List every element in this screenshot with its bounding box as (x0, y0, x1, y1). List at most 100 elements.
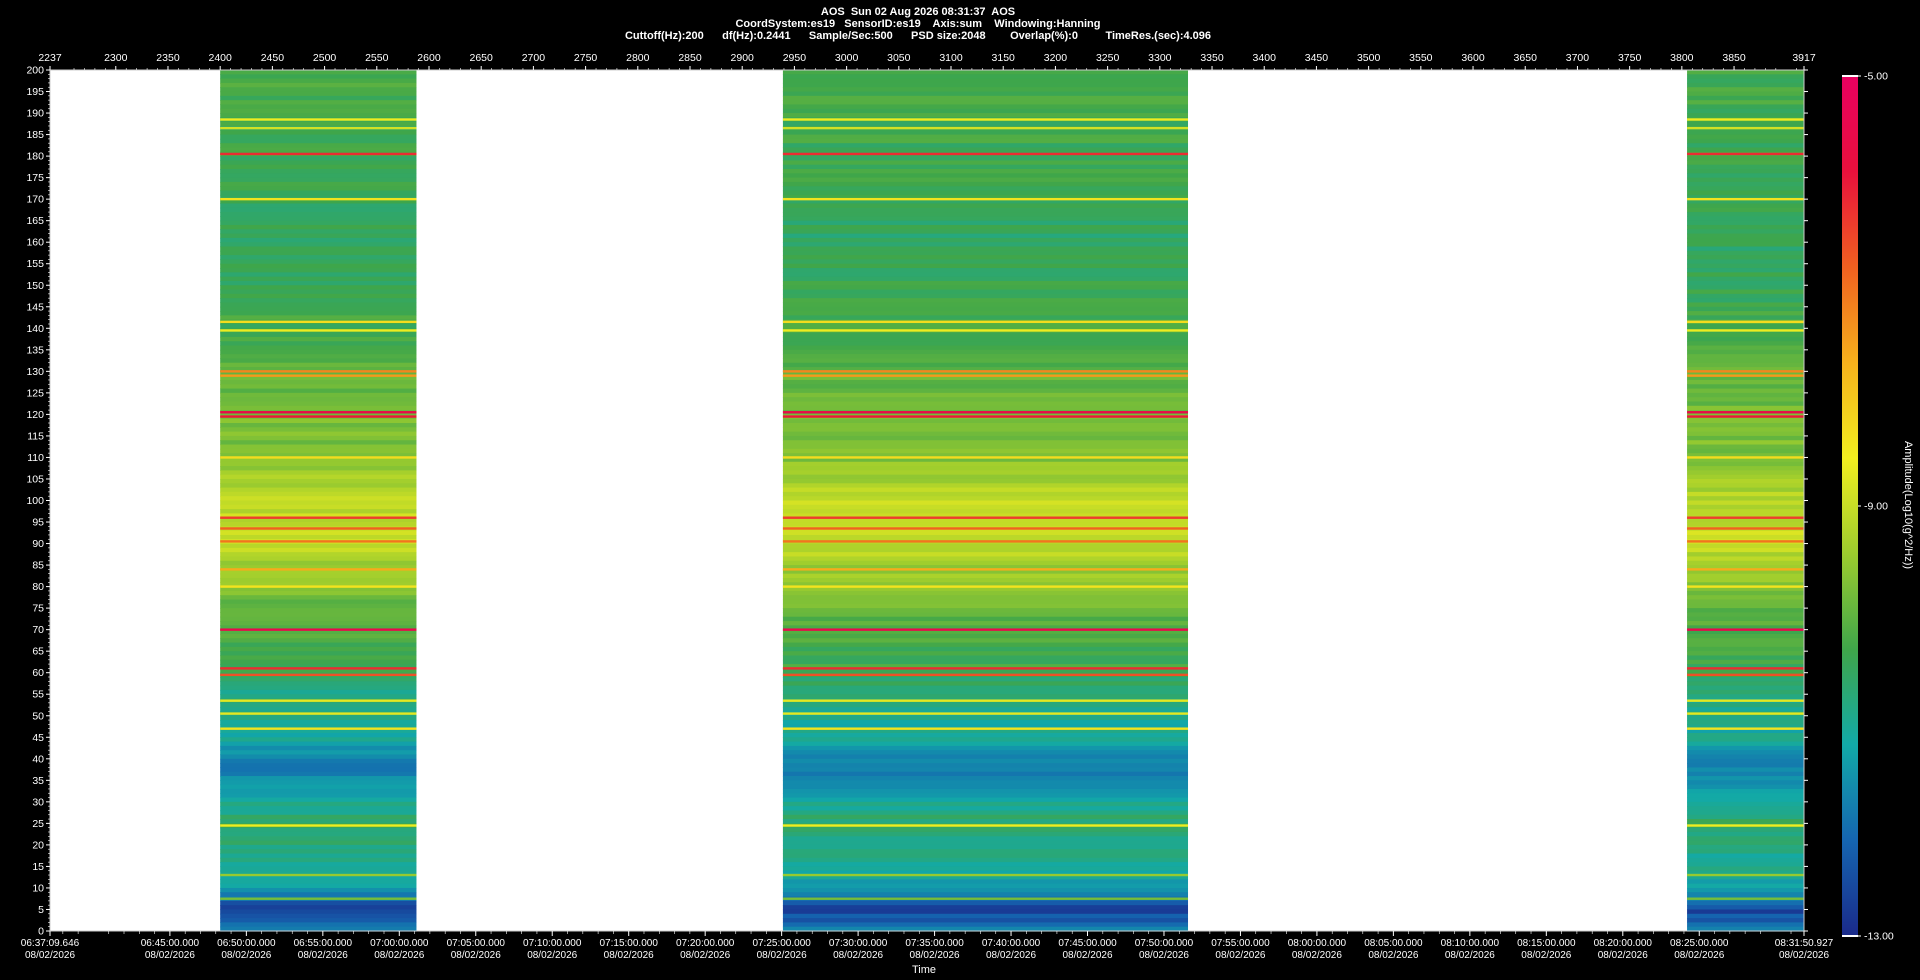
top-tick-label: 3750 (1618, 52, 1642, 64)
tone-line (782, 712, 1189, 715)
spectral-band (220, 922, 417, 928)
tone-line (1687, 712, 1804, 715)
spectral-band (782, 849, 1189, 855)
spectral-band (220, 836, 417, 842)
spectral-band (220, 392, 417, 398)
spectral-band (1687, 651, 1804, 657)
spectral-band (220, 788, 417, 794)
time-tick-label: 06:50:00.000 (217, 938, 276, 949)
y-tick-label: 85 (32, 560, 44, 572)
spectral-band (220, 220, 417, 226)
spectral-band (220, 362, 417, 368)
spectral-band (782, 573, 1189, 579)
y-tick-label: 180 (26, 151, 44, 163)
spectral-band (782, 836, 1189, 842)
top-tick-label: 3500 (1357, 52, 1381, 64)
tone-line (220, 568, 417, 571)
tone-line (1687, 411, 1804, 414)
spectral-band (220, 806, 417, 812)
spectral-band (782, 784, 1189, 790)
date-tick-label: 08/02/2026 (757, 950, 807, 961)
spectral-band (782, 100, 1189, 106)
tone-line (220, 527, 417, 530)
spectral-band (1687, 483, 1804, 489)
spectral-band (782, 612, 1189, 618)
spectral-band (220, 216, 417, 222)
date-tick-label: 08/02/2026 (451, 950, 501, 961)
spectral-band (782, 720, 1189, 725)
spectral-band (220, 844, 417, 850)
spectral-band (1687, 289, 1804, 295)
spectral-band (782, 440, 1189, 446)
spectral-band (220, 285, 417, 291)
spectral-band (782, 797, 1189, 803)
spectral-band (1687, 487, 1804, 493)
spectral-band (220, 754, 417, 760)
spectral-band (782, 702, 1189, 708)
spectral-band (220, 509, 417, 515)
tone-line (220, 411, 417, 414)
spectral-band (782, 315, 1189, 321)
spectral-band (782, 504, 1189, 510)
tone-line (220, 516, 417, 519)
y-tick-label: 35 (32, 775, 44, 787)
y-tick-label: 45 (32, 732, 44, 744)
spectral-band (220, 491, 417, 497)
spectral-band (1687, 646, 1804, 652)
spectral-band (220, 315, 417, 321)
spectral-band (1687, 444, 1804, 450)
spectral-band (220, 552, 417, 558)
spectral-band (220, 621, 417, 626)
spectral-band (220, 793, 417, 799)
spectral-band (782, 224, 1189, 230)
spectral-band (220, 440, 417, 446)
spectral-band (220, 715, 417, 721)
spectral-band (782, 160, 1189, 166)
spectral-band (220, 883, 417, 889)
spectral-band (782, 603, 1189, 609)
spectral-band (782, 677, 1189, 682)
top-tick-label: 2750 (574, 52, 598, 64)
tone-line (782, 411, 1189, 414)
date-tick-label: 08/02/2026 (298, 950, 348, 961)
spectral-band (782, 431, 1189, 437)
spectral-band (782, 242, 1189, 248)
spectral-band (220, 104, 417, 110)
spectral-band (782, 255, 1189, 261)
top-tick-label: 2950 (783, 52, 807, 64)
spectral-band (220, 797, 417, 803)
spectral-band (220, 242, 417, 248)
tone-line (1687, 568, 1804, 571)
spectral-band (220, 819, 417, 824)
spectral-band (220, 840, 417, 846)
spectral-band (782, 707, 1189, 713)
spectral-band (220, 655, 417, 661)
spectral-band (782, 470, 1189, 476)
spectral-band (220, 173, 417, 179)
top-tick-label: 2350 (156, 52, 180, 64)
y-tick-label: 55 (32, 689, 44, 701)
spectral-band (1687, 819, 1804, 824)
spectral-band (1687, 806, 1804, 812)
tone-line (782, 673, 1189, 677)
spectral-band (220, 336, 417, 342)
tone-line (220, 628, 417, 631)
spectral-band (782, 246, 1189, 252)
spectral-band (1687, 298, 1804, 304)
spectral-band (220, 354, 417, 360)
spectral-band (220, 801, 417, 807)
spectral-band (782, 633, 1189, 639)
spectral-band (1687, 491, 1804, 497)
spectral-band (220, 418, 417, 424)
spectral-band (1687, 160, 1804, 166)
data-segment (1687, 70, 1804, 932)
spectral-band (1687, 857, 1804, 863)
spectral-band (220, 280, 417, 286)
spectral-band (220, 358, 417, 364)
spectral-band (782, 694, 1189, 700)
top-tick-label: 3850 (1722, 52, 1746, 64)
spectral-band (1687, 143, 1804, 149)
spectral-band (220, 397, 417, 403)
tone-line (220, 118, 417, 121)
spectral-band (1687, 603, 1804, 609)
